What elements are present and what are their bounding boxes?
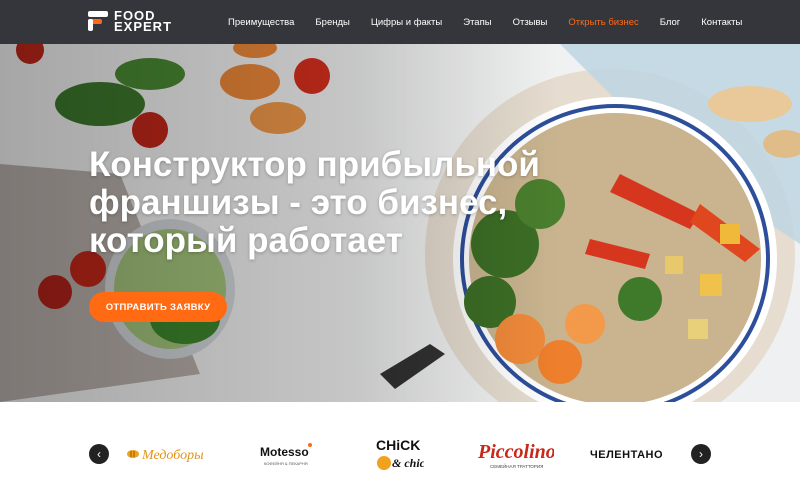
bee-icon: Медоборы <box>127 448 204 463</box>
hero-section: Конструктор прибыльной франшизы - это би… <box>0 44 800 402</box>
brand-logo-piccolino[interactable]: Piccolino СЕМЕЙНАЯ ТРАТТОРИЯ <box>476 434 554 474</box>
svg-text:& chic: & chic <box>392 456 424 470</box>
hero-title-line-3: который работает <box>89 221 403 260</box>
site-header: FOOD EXPERT Преимущества Бренды Цифры и … <box>0 0 800 44</box>
hero-title-line-2: франшизы - это бизнес, <box>89 183 508 222</box>
brand-logo-motesso[interactable]: Motesso КОФЕЙНЯ & ПЕКАРНЯ <box>258 434 314 474</box>
brand-logo-chelentano[interactable]: ЧЕЛЕНТАНО <box>590 434 676 474</box>
carousel-next-button[interactable]: › <box>691 444 711 464</box>
hero-title: Конструктор прибыльной франшизы - это би… <box>89 146 569 260</box>
logo-text: FOOD EXPERT <box>114 9 173 34</box>
send-request-button[interactable]: ОТПРАВИТЬ ЗАЯВКУ <box>89 292 227 322</box>
svg-text:ЧЕЛЕНТАНО: ЧЕЛЕНТАНО <box>590 449 663 461</box>
carousel-prev-button[interactable]: ‹ <box>89 444 109 464</box>
nav-item-stages[interactable]: Этапы <box>463 17 491 28</box>
logo-line-2: EXPERT <box>114 19 173 34</box>
nav-item-contacts[interactable]: Контакты <box>701 17 742 28</box>
hero-title-line-1: Конструктор прибыльной <box>89 145 540 184</box>
nav-item-reviews[interactable]: Отзывы <box>513 17 548 28</box>
nav-item-blog[interactable]: Блог <box>660 17 681 28</box>
svg-text:Piccolino: Piccolino <box>477 441 554 463</box>
logo[interactable]: FOOD EXPERT <box>88 9 173 34</box>
nav-item-open-business[interactable]: Открыть бизнес <box>568 17 638 28</box>
nav-item-brands[interactable]: Бренды <box>315 17 349 28</box>
brand-logo-chick-chic[interactable]: CHiCK & chic <box>374 434 424 474</box>
nav-item-advantages[interactable]: Преимущества <box>228 17 294 28</box>
main-nav: Преимущества Бренды Цифры и факты Этапы … <box>228 0 763 44</box>
svg-text:СЕМЕЙНАЯ ТРАТТОРИЯ: СЕМЕЙНАЯ ТРАТТОРИЯ <box>490 462 543 469</box>
chevron-left-icon: ‹ <box>97 447 101 461</box>
svg-text:CHiCK: CHiCK <box>376 437 420 453</box>
svg-text:Медоборы: Медоборы <box>141 448 204 463</box>
brands-carousel: ‹ Медоборы Motesso КОФЕЙНЯ & ПЕКАРНЯ CHi… <box>0 402 800 500</box>
chevron-right-icon: › <box>699 447 703 461</box>
nav-item-facts[interactable]: Цифры и факты <box>371 17 442 28</box>
svg-text:Motesso: Motesso <box>260 445 309 459</box>
brand-logo-medobory[interactable]: Медоборы <box>126 434 210 474</box>
svg-text:КОФЕЙНЯ & ПЕКАРНЯ: КОФЕЙНЯ & ПЕКАРНЯ <box>264 461 308 466</box>
logo-mark-icon <box>88 11 108 31</box>
